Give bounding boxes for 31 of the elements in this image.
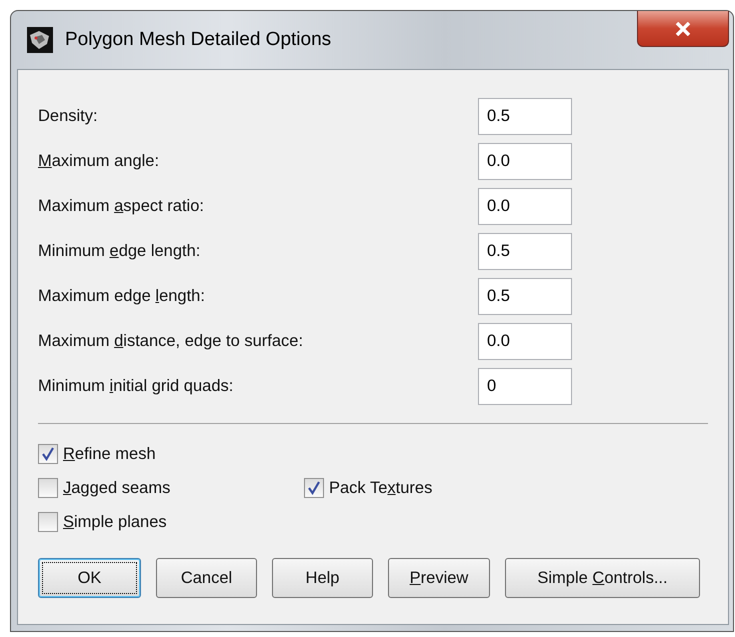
checkbox-label[interactable]: Jagged seams [63,476,170,500]
close-button[interactable] [637,11,729,47]
app-icon [27,27,53,53]
input-field[interactable]: 0.0 [478,323,572,360]
dialog-button[interactable]: Preview [388,558,490,598]
field-label: Density: [38,106,99,128]
input-field[interactable]: 0.5 [478,98,572,135]
dialog-button[interactable]: Cancel [156,558,257,598]
input-field[interactable]: 0.5 [478,278,572,315]
checkbox-label[interactable]: Simple planes [63,510,167,534]
input-field[interactable]: 0.0 [478,188,572,225]
input-field[interactable]: 0 [478,368,572,405]
checkbox-label[interactable]: Refine mesh [63,442,156,467]
field-label: Minimum edge length: [38,241,202,262]
checkbox[interactable] [38,512,58,532]
input-field[interactable]: 0.0 [478,143,572,180]
checkbox[interactable] [38,444,58,464]
field-label: Minimum initial grid quads: [38,376,234,398]
dialog-button[interactable]: Help [272,558,373,598]
input-field[interactable]: 0.5 [478,233,572,270]
field-label: Maximum angle: [38,151,160,172]
dialog-button[interactable]: OK [38,558,141,598]
field-label: Maximum edge length: [38,286,206,308]
checkbox[interactable] [304,478,324,498]
dialog-button[interactable]: Simple Controls... [505,558,700,598]
close-icon [675,22,691,36]
window-title: Polygon Mesh Detailed Options [65,28,332,52]
checkbox[interactable] [38,478,58,498]
field-label: Maximum aspect ratio: [38,196,205,218]
field-label: Maximum distance, edge to surface: [38,331,304,352]
checkbox-label[interactable]: Pack Textures [329,476,432,500]
